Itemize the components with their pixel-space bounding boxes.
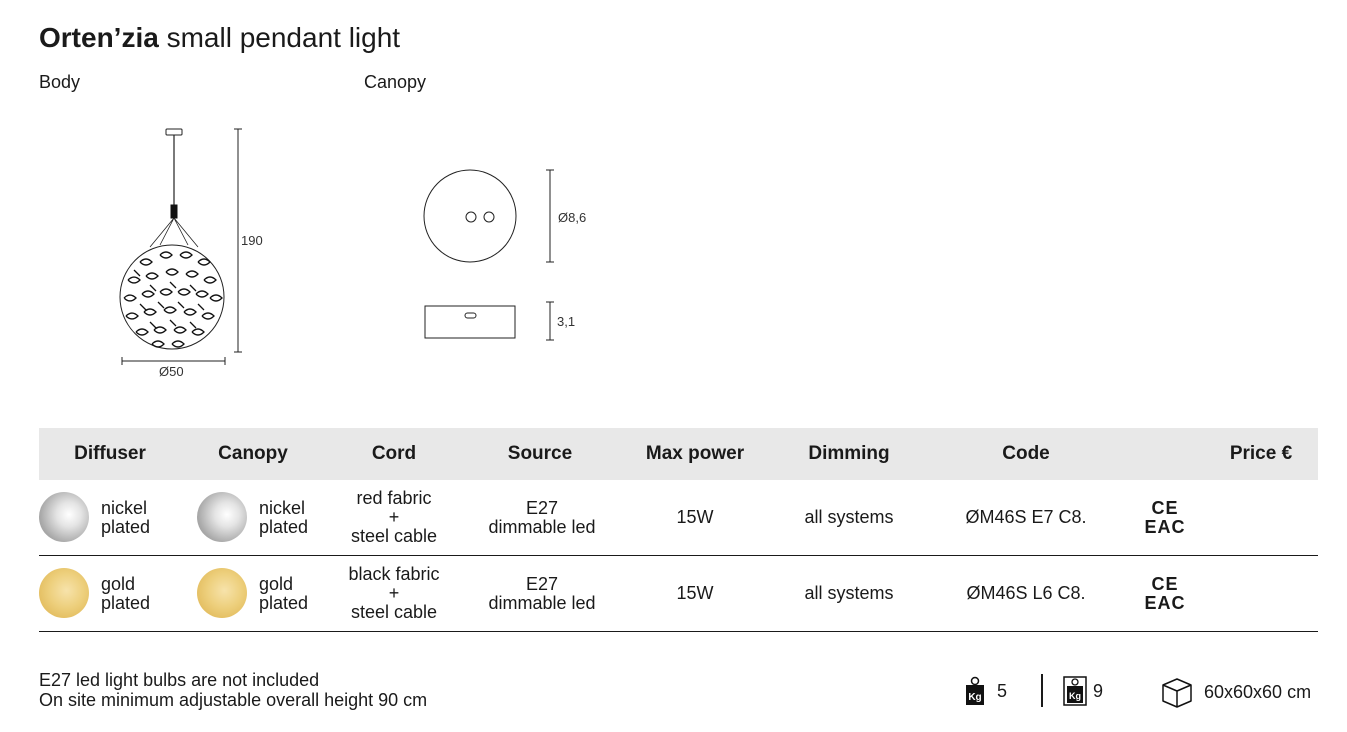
dimming-cell: all systems: [804, 583, 894, 603]
dimming-cell: all systems: [804, 507, 894, 527]
svg-text:Kg: Kg: [968, 692, 981, 703]
gross-weight: Kg 9: [1063, 676, 1103, 706]
header-code: Code: [1002, 443, 1050, 464]
product-table: Diffuser Canopy Cord Source Max power Di…: [39, 428, 1318, 632]
header-max-power: Max power: [645, 443, 745, 464]
net-weight-value: 5: [997, 680, 1008, 701]
header-source: Source: [507, 443, 573, 464]
max-power-cell: 15W: [676, 583, 714, 603]
svg-text:Kg: Kg: [1069, 691, 1081, 701]
canopy-height-dimension: 3,1: [557, 314, 575, 329]
canopy-swatch-gold: [197, 568, 247, 618]
height-note: On site minimum adjustable overall heigh…: [39, 690, 428, 710]
header-price: Price €: [1229, 443, 1293, 464]
box-icon: [1162, 678, 1192, 708]
bulb-note: E27 led light bulbs are not included: [39, 670, 320, 690]
canopy-finish: gold plated: [259, 573, 309, 613]
diameter-dimension: Ø50: [159, 364, 184, 379]
pendant-drawing: [119, 128, 242, 365]
ce-eac-certification-icon: CE EAC: [1144, 573, 1186, 613]
max-power-cell: 15W: [676, 507, 714, 527]
weight-kg-icon: Kg: [966, 676, 984, 705]
ce-eac-certification-icon: CE EAC: [1144, 497, 1186, 537]
header-dimming: Dimming: [808, 443, 890, 464]
diffuser-finish: gold plated: [101, 573, 151, 613]
header-cord: Cord: [371, 443, 417, 464]
diffuser-swatch-gold: [39, 568, 89, 618]
height-dimension: 190: [241, 233, 263, 248]
cord-cell: red fabric + steel cable: [350, 488, 438, 546]
header-canopy: Canopy: [218, 443, 288, 464]
canopy-diameter-dimension: Ø8,6: [558, 210, 586, 225]
package-size-value: 60x60x60 cm: [1204, 681, 1312, 702]
source-cell: E27 dimmable led: [488, 573, 596, 613]
gross-weight-kg-icon: Kg: [1063, 676, 1087, 706]
canopy-finish: nickel plated: [259, 497, 309, 537]
canopy-side-view: [424, 301, 554, 341]
weight-divider: [1041, 674, 1043, 707]
diffuser-finish: nickel plated: [101, 497, 151, 537]
code-cell: ØM46S L6 C8.: [966, 583, 1086, 603]
source-cell: E27 dimmable led: [488, 497, 596, 537]
package-size: 60x60x60 cm: [1160, 676, 1311, 708]
table-row: gold plated gold plated black fabric + steel…: [39, 556, 1318, 632]
net-weight: Kg 5: [965, 676, 1007, 706]
cord-cell: black fabric + steel cable: [348, 564, 440, 622]
code-cell: ØM46S E7 C8.: [965, 507, 1087, 527]
technical-drawing: 190 Ø50 Ø8,6 3,1: [119, 128, 586, 379]
product-notes: E27 led light bulbs are not included On …: [39, 670, 427, 710]
table-header: Diffuser Canopy Cord Source Max power Di…: [39, 428, 1318, 480]
canopy-swatch-nickel: [197, 492, 247, 542]
canopy-top-view: [423, 169, 554, 263]
sphere-pattern: [123, 251, 223, 348]
table-row: nickel plated nickel plated red fabric + ste…: [39, 480, 1318, 556]
gross-weight-value: 9: [1093, 680, 1104, 701]
header-diffuser: Diffuser: [74, 443, 146, 464]
diffuser-swatch-nickel: [39, 492, 89, 542]
